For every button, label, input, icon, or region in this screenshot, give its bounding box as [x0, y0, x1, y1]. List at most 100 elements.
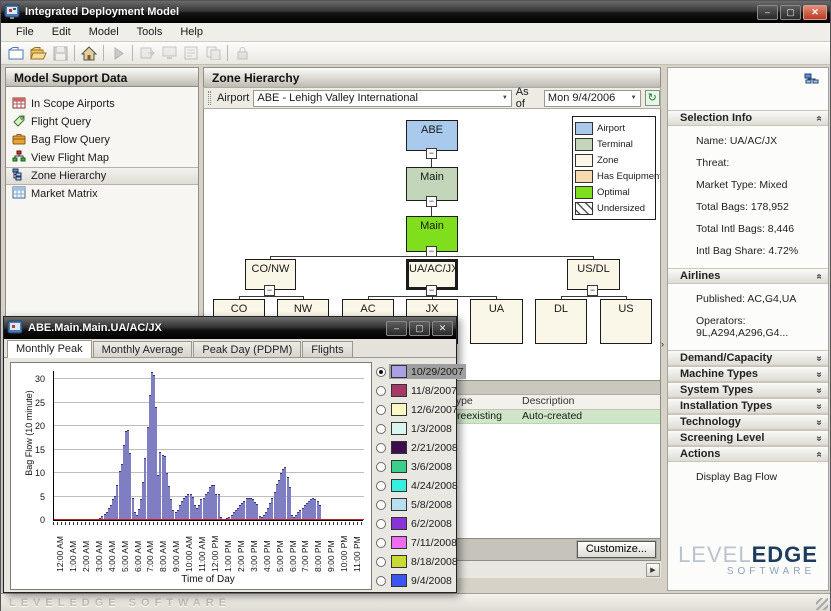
tree-node-label: ABE — [421, 124, 443, 136]
section-header-selection-info[interactable]: Selection Info» — [668, 110, 828, 126]
section-header-technology[interactable]: Technology» — [668, 414, 828, 430]
tree-node-dl[interactable]: DL — [535, 299, 587, 344]
x-tick-label: 6:00 AM — [133, 526, 143, 572]
radio-icon[interactable] — [376, 538, 386, 548]
date-option[interactable]: 12/6/2007 — [376, 400, 455, 419]
date-option[interactable]: 6/2/2008 — [376, 514, 455, 533]
chevron-down-icon: » — [814, 435, 825, 441]
radio-icon[interactable] — [376, 367, 386, 377]
tree-node-abe[interactable]: ABE — [406, 120, 458, 151]
flight-map-icon — [12, 150, 26, 166]
grid-col-type[interactable]: Type — [450, 395, 522, 409]
date-option[interactable]: 5/8/2008 — [376, 495, 455, 514]
menu-file[interactable]: File — [7, 24, 43, 40]
sidebar-item-bag-flow-query[interactable]: Bag Flow Query — [6, 131, 198, 149]
menu-model[interactable]: Model — [80, 24, 128, 40]
radio-icon[interactable] — [376, 519, 386, 529]
run-icon[interactable] — [107, 43, 129, 63]
section-header-system-types[interactable]: System Types» — [668, 382, 828, 398]
sidebar-item-in-scope-airports[interactable]: In Scope Airports — [6, 95, 198, 113]
x-tick-label: 1:00 AM — [68, 526, 78, 572]
radio-icon[interactable] — [376, 557, 386, 567]
scroll-right-icon[interactable]: ▶ — [646, 563, 660, 577]
menu-tools[interactable]: Tools — [128, 24, 172, 40]
date-option[interactable]: 11/8/2007 — [376, 381, 455, 400]
section-header-demand-capacity[interactable]: Demand/Capacity» — [668, 350, 828, 366]
date-option[interactable]: 2/21/2008 — [376, 438, 455, 457]
tree-node-us[interactable]: US — [600, 299, 652, 344]
grid-col-description[interactable]: Description — [522, 395, 660, 409]
asof-dropdown[interactable]: Mon 9/4/2006 ▼ — [544, 90, 641, 107]
sidebar-item-market-matrix[interactable]: Market Matrix — [6, 185, 198, 203]
date-option[interactable]: 4/24/2008 — [376, 476, 455, 495]
section-header-airlines[interactable]: Airlines» — [668, 268, 828, 284]
monitor-icon[interactable] — [158, 43, 180, 63]
date-option[interactable]: 9/4/2008 — [376, 571, 455, 590]
radio-icon[interactable] — [376, 386, 386, 396]
home-icon[interactable] — [78, 43, 100, 63]
collapse-toggle-icon[interactable]: − — [426, 246, 437, 257]
splitter-arrow-icon[interactable]: › — [661, 339, 664, 349]
tab-monthly-peak[interactable]: Monthly Peak — [7, 340, 92, 358]
section-header-actions[interactable]: Actions» — [668, 446, 828, 462]
menu-help[interactable]: Help — [171, 24, 212, 40]
date-option[interactable]: 8/18/2008 — [376, 552, 455, 571]
date-label: 3/6/2008 — [411, 461, 452, 473]
save-icon[interactable] — [49, 43, 71, 63]
date-option[interactable]: 7/11/2008 — [376, 533, 455, 552]
chevron-up-icon: » — [814, 273, 825, 279]
date-option[interactable]: 1/3/2008 — [376, 419, 455, 438]
radio-icon[interactable] — [376, 481, 386, 491]
popup-minimize-button[interactable]: – — [386, 321, 407, 336]
minimize-button[interactable]: – — [757, 5, 778, 20]
radio-icon[interactable] — [376, 443, 386, 453]
close-button[interactable]: ✕ — [803, 5, 827, 20]
airport-dropdown[interactable]: ABE - Lehigh Valley International ▼ — [253, 90, 511, 107]
customize-button[interactable]: Customize... — [577, 541, 656, 558]
collapse-toggle-icon[interactable]: − — [264, 285, 275, 296]
sidebar-item-flight-query[interactable]: Flight Query — [6, 113, 198, 131]
popup-icon — [7, 320, 23, 336]
radio-icon[interactable] — [376, 500, 386, 510]
radio-icon[interactable] — [376, 405, 386, 415]
copy-icon[interactable] — [202, 43, 224, 63]
open-folder-icon[interactable] — [27, 43, 49, 63]
date-swatch-label: 10/29/2007 — [389, 364, 466, 379]
new-folder-icon[interactable] — [5, 43, 27, 63]
hierarchy-icon[interactable] — [804, 72, 820, 88]
sidebar-item-label: In Scope Airports — [31, 98, 115, 110]
popup-close-button[interactable]: ✕ — [432, 321, 453, 336]
collapse-toggle-icon[interactable]: − — [426, 196, 437, 207]
refresh-button[interactable]: ↻ — [645, 90, 660, 106]
action-link[interactable]: Display Bag Flow — [668, 466, 828, 488]
chevron-down-icon: » — [814, 387, 825, 393]
date-option[interactable]: 3/6/2008 — [376, 457, 455, 476]
radio-icon[interactable] — [376, 462, 386, 472]
resize-grip[interactable] — [816, 598, 828, 610]
sidebar-item-view-flight-map[interactable]: View Flight Map — [6, 149, 198, 167]
report-icon[interactable] — [180, 43, 202, 63]
radio-icon[interactable] — [376, 576, 386, 586]
section-header-installation-types[interactable]: Installation Types» — [668, 398, 828, 414]
tab-flights[interactable]: Flights — [302, 341, 352, 357]
collapse-toggle-icon[interactable]: − — [426, 148, 437, 159]
tab-monthly-average[interactable]: Monthly Average — [93, 341, 193, 357]
info-field: Published: AC,G4,UA — [668, 288, 828, 310]
collapse-toggle-icon[interactable]: − — [426, 285, 437, 296]
date-option[interactable]: 10/29/2007 — [376, 362, 455, 381]
collapse-toggle-icon[interactable]: − — [587, 285, 598, 296]
radio-icon[interactable] — [376, 424, 386, 434]
tree-node-ua[interactable]: UA — [470, 299, 523, 344]
popup-maximize-button[interactable]: ▢ — [409, 321, 430, 336]
popup-title-bar: ABE.Main.Main.UA/AC/JX – ▢ ✕ — [4, 317, 456, 339]
x-tick-label: 7:00 AM — [145, 526, 155, 572]
chevron-down-icon: » — [814, 355, 825, 361]
section-header-screening-level[interactable]: Screening Level» — [668, 430, 828, 446]
sidebar-item-zone-hierarchy[interactable]: Zone Hierarchy — [6, 167, 198, 185]
tab-peak-day-pdpm-[interactable]: Peak Day (PDPM) — [193, 341, 301, 357]
menu-edit[interactable]: Edit — [43, 24, 80, 40]
section-header-machine-types[interactable]: Machine Types» — [668, 366, 828, 382]
maximize-button[interactable]: ▢ — [780, 5, 801, 20]
export-icon[interactable] — [136, 43, 158, 63]
lock-icon[interactable] — [231, 43, 253, 63]
